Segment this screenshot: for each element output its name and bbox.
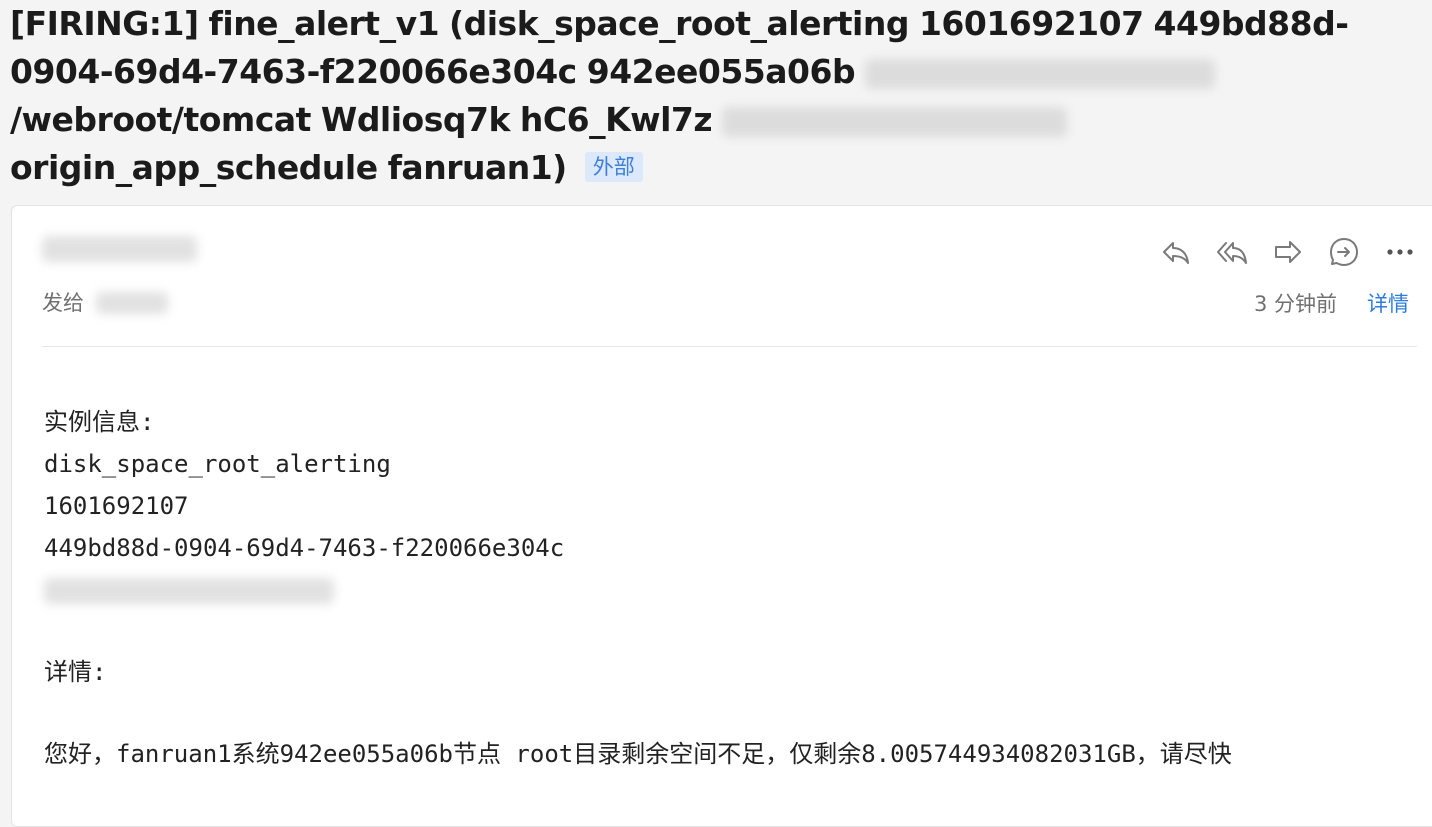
- subject-line-1: [FIRING:1] fine_alert_v1 (disk_space_roo…: [10, 4, 1349, 43]
- reply-button[interactable]: [1148, 234, 1204, 270]
- more-button[interactable]: [1372, 234, 1428, 270]
- details-label: 详情:: [44, 658, 107, 686]
- sent-time: 3 分钟前: [1254, 292, 1338, 316]
- email-card: 发给 3 分钟前 详情 实例信息: disk_space_root_alerti…: [11, 205, 1432, 827]
- alert-timestamp: 1601692107: [44, 492, 189, 520]
- alert-uuid: 449bd88d-0904-69d4-7463-f220066e304c: [44, 534, 565, 562]
- redacted-address: [865, 58, 1216, 89]
- sender-name[interactable]: [42, 236, 197, 262]
- chat-icon: [1330, 238, 1358, 266]
- recipient-name[interactable]: [96, 292, 168, 314]
- email-toolbar: [1148, 234, 1428, 270]
- details-link[interactable]: 详情: [1367, 290, 1409, 318]
- subject-line-2-text: 0904-69d4-7463-f220066e304c 942ee055a06b: [10, 52, 856, 91]
- redacted-ip-line: [44, 569, 1232, 611]
- recipient-row: 发给: [42, 288, 168, 318]
- external-tag: 外部: [584, 151, 643, 182]
- subject-line-3: /webroot/tomcat Wdliosq7k hC6_Kwl7z: [10, 96, 1410, 144]
- subject-line-2: 0904-69d4-7463-f220066e304c 942ee055a06b: [10, 48, 1410, 96]
- reply-all-button[interactable]: [1204, 234, 1260, 270]
- subject-line-4-text: origin_app_schedule fanruan1): [10, 148, 567, 187]
- subject-line-3-text: /webroot/tomcat Wdliosq7k hC6_Kwl7z: [10, 100, 713, 139]
- email-subject: [FIRING:1] fine_alert_v1 (disk_space_roo…: [10, 0, 1410, 192]
- reply-icon: [1163, 242, 1189, 264]
- subject-line-4: origin_app_schedule fanruan1) 外部: [10, 144, 1410, 192]
- instance-info-label: 实例信息:: [44, 408, 155, 436]
- more-icon: [1387, 249, 1413, 255]
- email-body: 实例信息: disk_space_root_alerting 160169210…: [44, 401, 1232, 775]
- header-divider: [42, 346, 1417, 347]
- forward-button[interactable]: [1260, 234, 1316, 270]
- redacted-ip: [44, 578, 334, 604]
- to-label: 发给: [42, 291, 84, 315]
- redacted-address: [722, 106, 1068, 137]
- alert-name: disk_space_root_alerting: [44, 450, 391, 478]
- reply-all-icon: [1217, 242, 1247, 264]
- alert-message: 您好，fanruan1系统942ee055a06b节点 root目录剩余空间不足…: [44, 740, 1232, 768]
- chat-button[interactable]: [1316, 234, 1372, 270]
- forward-icon: [1275, 241, 1301, 263]
